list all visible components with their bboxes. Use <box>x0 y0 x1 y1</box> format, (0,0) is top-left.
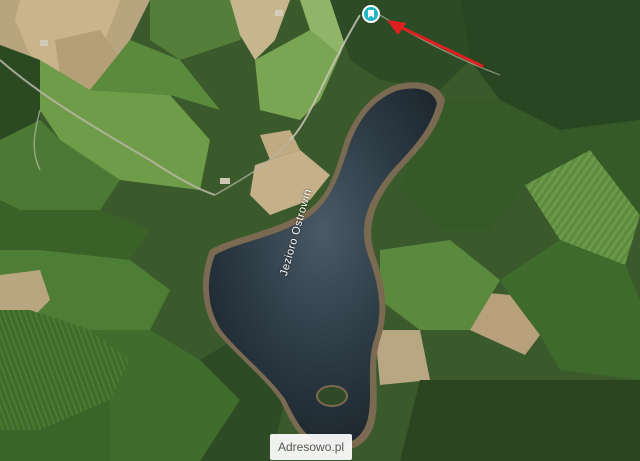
bookmark-icon <box>368 10 374 18</box>
satellite-imagery <box>0 0 640 461</box>
location-pin-icon[interactable] <box>362 5 380 23</box>
satellite-map[interactable]: Jezioro Ostrowin Adresowo.pl <box>0 0 640 461</box>
watermark-badge: Adresowo.pl <box>270 434 353 460</box>
watermark-text: Adresowo.pl <box>278 440 345 454</box>
